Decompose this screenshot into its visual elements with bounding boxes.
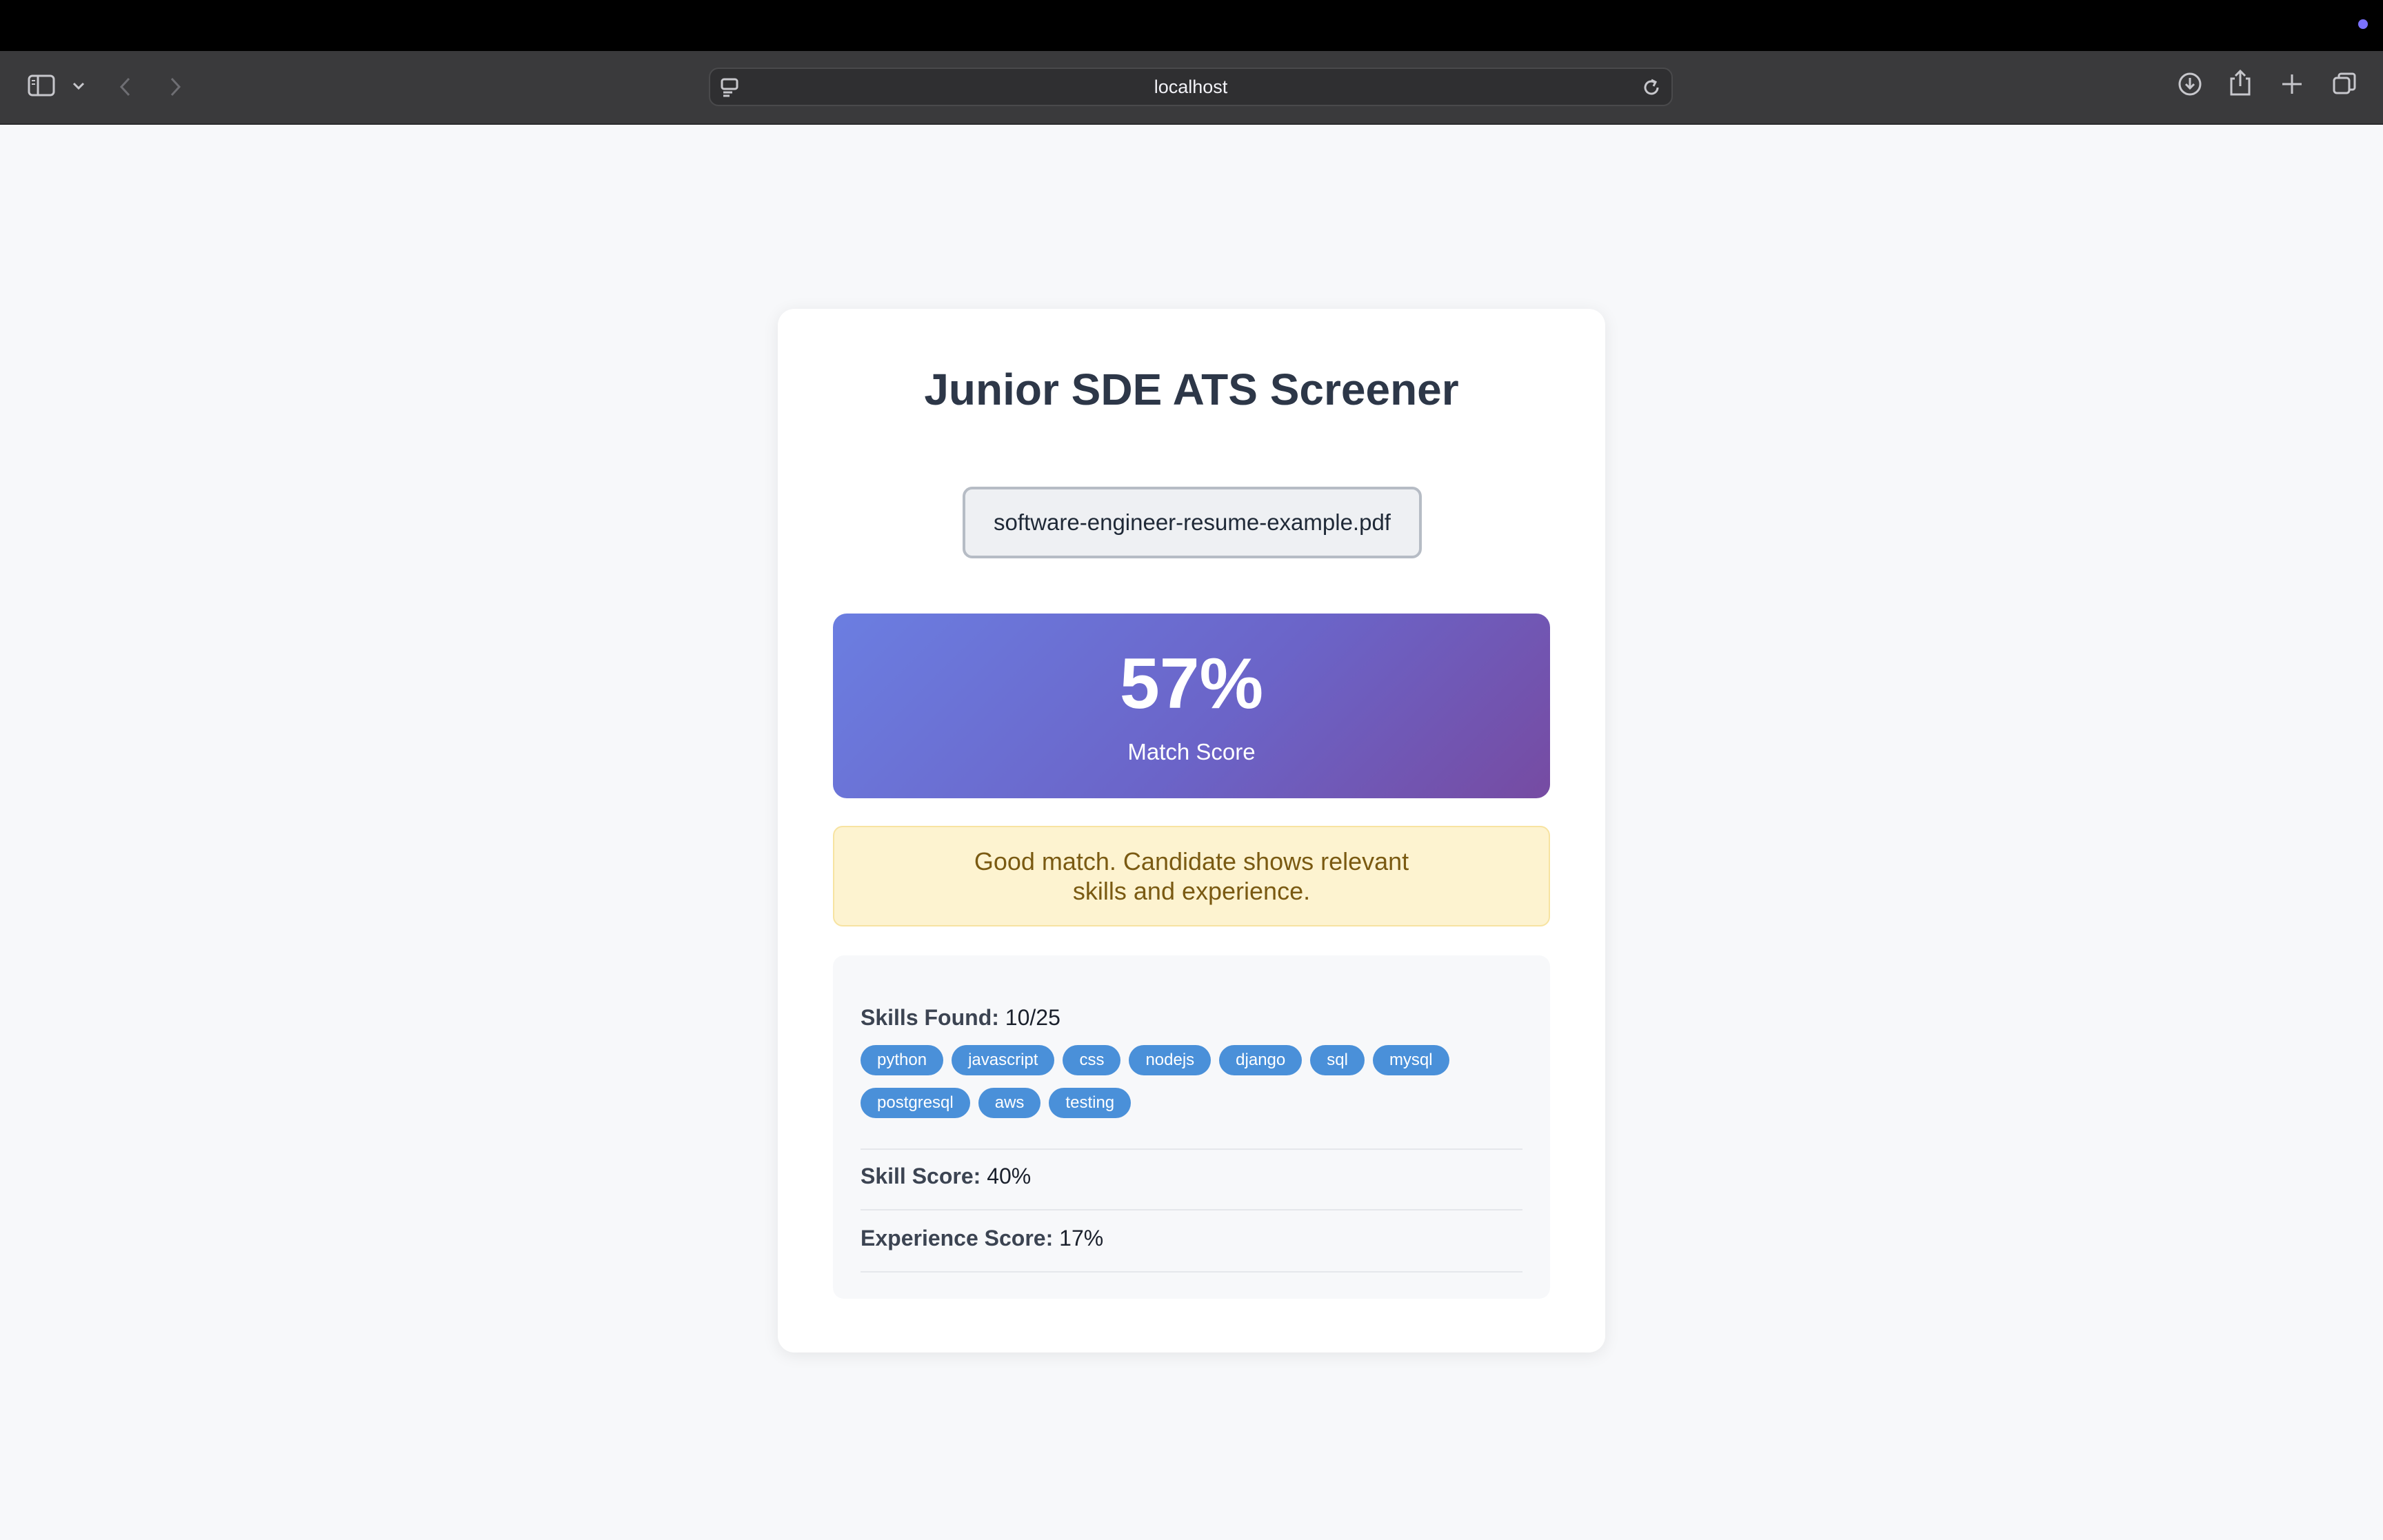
skills-found-label: Skills Found: [861,1005,999,1030]
skill-score-value: 40% [987,1164,1032,1188]
skill-score-row: Skill Score: 40% [861,1164,1522,1210]
match-score-label: Match Score [1127,739,1256,764]
url-text: localhost [1154,77,1228,97]
reload-icon[interactable] [1641,77,1662,101]
share-icon[interactable] [2229,69,2252,97]
skill-tag: testing [1049,1088,1132,1118]
skill-tag: python [861,1045,944,1075]
skill-score-label: Skill Score: [861,1164,981,1188]
skills-found-count: 10/25 [1005,1005,1060,1030]
skill-tag: css [1063,1045,1121,1075]
experience-score-row: Experience Score: 17% [861,1226,1522,1273]
skill-tag: nodejs [1129,1045,1211,1075]
skill-tag: aws [978,1088,1041,1118]
tab-overview-icon[interactable] [2332,72,2357,97]
back-arrow-icon[interactable] [119,76,132,98]
sidebar-icon[interactable] [28,74,55,97]
experience-score-value: 17% [1059,1226,1104,1250]
skill-tags: python javascript css nodejs django sql mysql p… [861,1045,1522,1150]
page-title: Junior SDE ATS Screener [924,365,1459,414]
skill-tag: django [1219,1045,1303,1075]
skills-found-row: Skills Found: 10/25 [861,1005,1522,1031]
screener-card: Junior SDE ATS Screener software-enginee… [778,309,1605,1352]
status-dot-icon [2358,19,2368,29]
skill-tag: sql [1310,1045,1365,1075]
forward-arrow-icon[interactable] [168,76,182,98]
new-tab-icon[interactable] [2281,73,2303,95]
details-panel: Skills Found: 10/25 python javascript css n… [833,955,1550,1299]
experience-score-label: Experience Score: [861,1226,1054,1250]
skill-tag: postgresql [861,1088,970,1118]
verdict-message: Good match. Candidate shows relevant ski… [833,826,1550,926]
match-score-value: 57% [1119,644,1264,724]
download-icon[interactable] [2178,72,2202,97]
system-menu-bar [0,0,2383,51]
file-upload-button[interactable]: software-engineer-resume-example.pdf [963,487,1422,558]
address-bar[interactable]: localhost [709,68,1673,106]
browser-toolbar: localhost [0,51,2383,125]
match-score-panel: 57% Match Score [833,614,1550,798]
skill-tag: mysql [1372,1045,1449,1075]
chevron-down-icon[interactable] [72,81,86,91]
skill-tag: javascript [952,1045,1055,1075]
